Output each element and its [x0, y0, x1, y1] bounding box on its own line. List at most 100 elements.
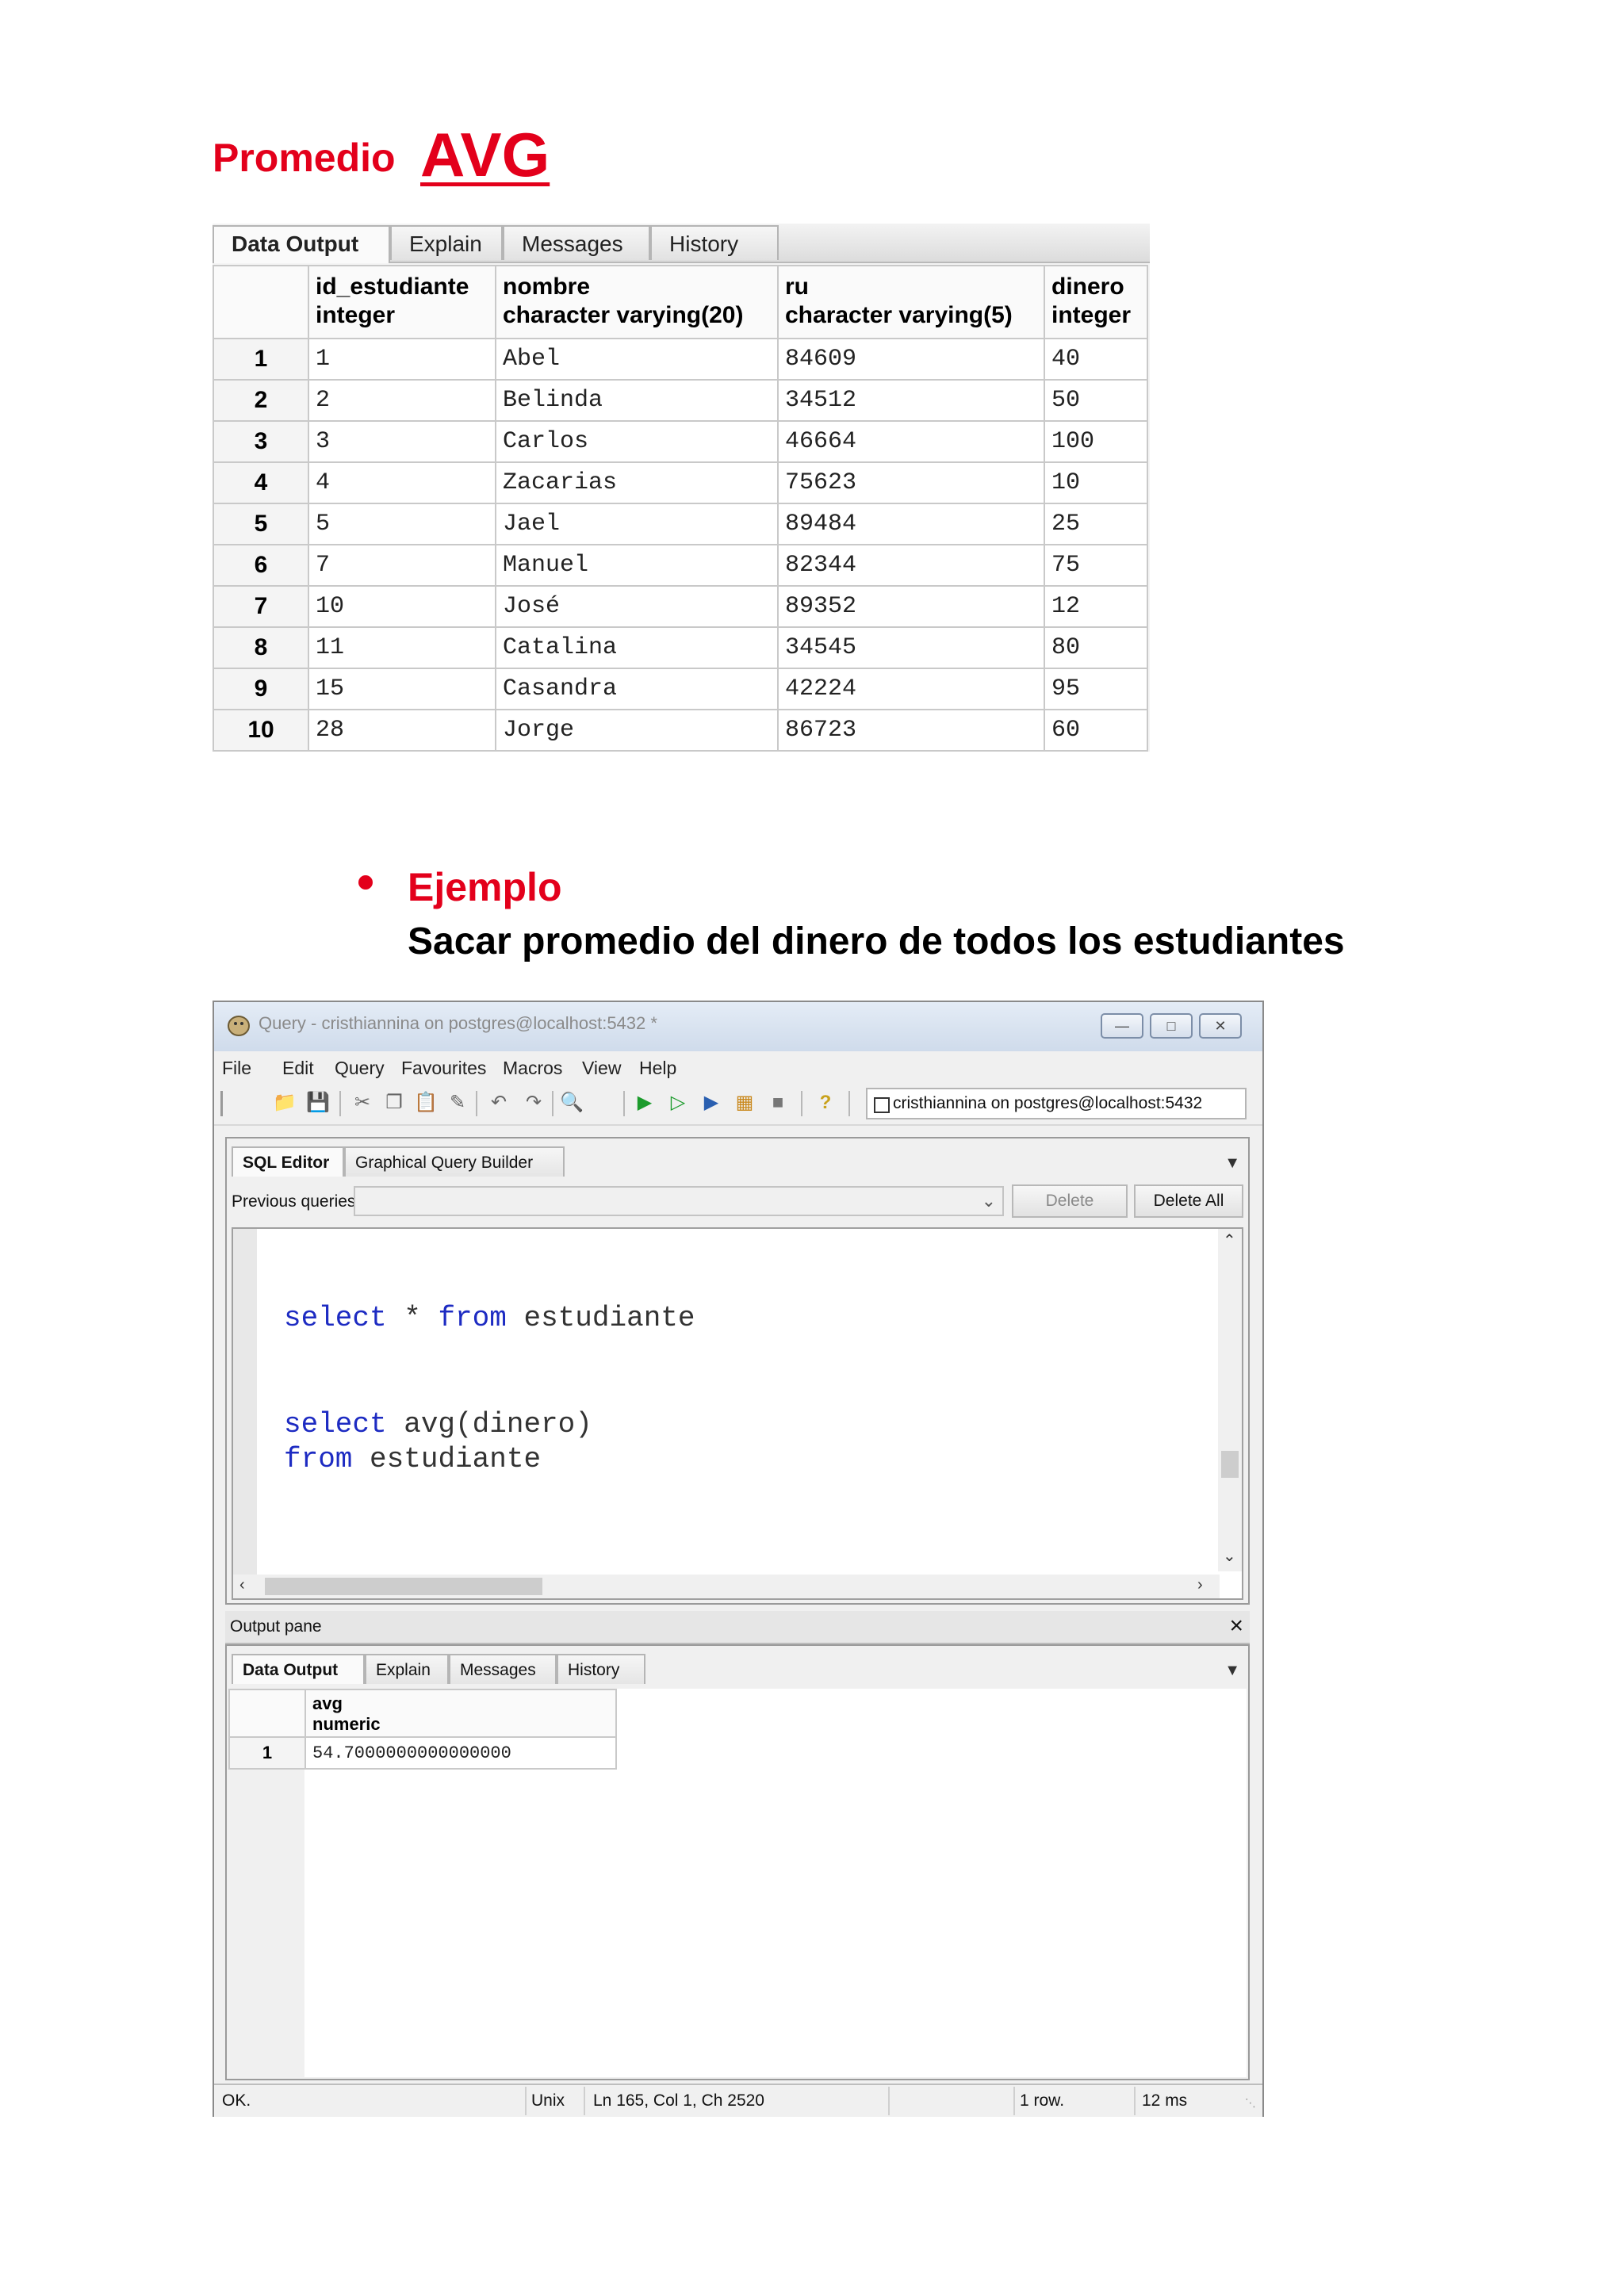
table-row[interactable]: 1 1 Abel 84609 40 [213, 338, 1148, 381]
code-line[interactable]: select avg(dinero) [284, 1408, 592, 1441]
column-header-id-estudiante[interactable]: id_estudiante integer [308, 265, 496, 339]
close-icon[interactable]: × [1229, 1613, 1243, 1640]
cell-id[interactable]: 7 [308, 544, 496, 587]
cell-nombre[interactable]: José [495, 585, 779, 628]
table-row[interactable]: 5 5 Jael 89484 25 [213, 503, 1148, 545]
scroll-down-icon[interactable]: ⌄ [1223, 1546, 1236, 1566]
cell-dinero[interactable]: 12 [1044, 585, 1148, 628]
tab-dropdown-icon[interactable]: ▼ [1224, 1662, 1240, 1680]
cell-ru[interactable]: 75623 [777, 461, 1045, 504]
cell-avg[interactable]: 54.7000000000000000 [304, 1736, 617, 1770]
vertical-scroll-thumb[interactable] [1221, 1451, 1239, 1478]
connection-checkbox[interactable] [874, 1097, 890, 1113]
cell-ru[interactable]: 34545 [777, 626, 1045, 669]
cell-ru[interactable]: 34512 [777, 379, 1045, 422]
cell-id[interactable]: 5 [308, 503, 496, 545]
column-header-ru[interactable]: ru character varying(5) [777, 265, 1045, 339]
cell-dinero[interactable]: 100 [1044, 420, 1148, 463]
table-row[interactable]: 4 4 Zacarias 75623 10 [213, 461, 1148, 504]
menu-macros[interactable]: Macros [503, 1058, 562, 1079]
close-button[interactable]: ✕ [1199, 1013, 1242, 1039]
table-row[interactable]: 10 28 Jorge 86723 60 [213, 709, 1148, 752]
cell-dinero[interactable]: 10 [1044, 461, 1148, 504]
cell-nombre[interactable]: Carlos [495, 420, 779, 463]
cell-dinero[interactable]: 25 [1044, 503, 1148, 545]
cell-ru[interactable]: 89352 [777, 585, 1045, 628]
scroll-right-icon[interactable]: › [1197, 1576, 1203, 1594]
cell-ru[interactable]: 46664 [777, 420, 1045, 463]
clear-icon[interactable]: ✎ [446, 1091, 469, 1115]
window-titlebar[interactable]: Query - cristhiannina on postgres@localh… [214, 1002, 1262, 1051]
column-header-nombre[interactable]: nombre character varying(20) [495, 265, 779, 339]
cell-ru[interactable]: 86723 [777, 709, 1045, 752]
tab-sql-editor[interactable]: SQL Editor [232, 1146, 344, 1177]
column-header-dinero[interactable]: dinero integer [1044, 265, 1148, 339]
cell-nombre[interactable]: Jorge [495, 709, 779, 752]
tab-data-output[interactable]: Data Output [232, 1654, 365, 1684]
column-header-avg[interactable]: avg numeric [304, 1689, 617, 1738]
code-editor[interactable]: select * from estudiante select avg(dine… [232, 1227, 1243, 1600]
cell-dinero[interactable]: 60 [1044, 709, 1148, 752]
tab-history[interactable]: History [557, 1654, 645, 1684]
execute-file-icon[interactable]: ▶ [699, 1091, 723, 1115]
menu-view[interactable]: View [582, 1058, 621, 1079]
cell-nombre[interactable]: Catalina [495, 626, 779, 669]
stop-icon[interactable]: ■ [766, 1091, 790, 1115]
menu-edit[interactable]: Edit [282, 1058, 314, 1079]
table-row[interactable]: 7 10 José 89352 12 [213, 585, 1148, 628]
copy-icon[interactable]: ❐ [382, 1091, 406, 1115]
explain-icon[interactable]: ▷ [666, 1091, 690, 1115]
cell-ru[interactable]: 82344 [777, 544, 1045, 587]
cell-id[interactable]: 2 [308, 379, 496, 422]
cell-nombre[interactable]: Belinda [495, 379, 779, 422]
tab-data-output[interactable]: Data Output [213, 225, 390, 263]
tab-history[interactable]: History [650, 225, 779, 260]
tab-messages[interactable]: Messages [449, 1654, 557, 1684]
resize-grip-icon[interactable]: ⋱ [1245, 2096, 1256, 2110]
previous-queries-select[interactable]: ⌄ [354, 1186, 1004, 1216]
cell-dinero[interactable]: 40 [1044, 338, 1148, 381]
cell-id[interactable]: 15 [308, 668, 496, 710]
cell-ru[interactable]: 42224 [777, 668, 1045, 710]
find-icon[interactable]: 🔍 [560, 1091, 584, 1115]
cut-icon[interactable]: ✂ [350, 1091, 374, 1115]
cell-nombre[interactable]: Abel [495, 338, 779, 381]
open-icon[interactable]: 📁 [273, 1091, 297, 1115]
table-row[interactable]: 2 2 Belinda 34512 50 [213, 379, 1148, 422]
tab-explain[interactable]: Explain [390, 225, 503, 260]
menu-query[interactable]: Query [335, 1058, 385, 1079]
table-row[interactable]: 6 7 Manuel 82344 75 [213, 544, 1148, 587]
cell-dinero[interactable]: 95 [1044, 668, 1148, 710]
cell-nombre[interactable]: Manuel [495, 544, 779, 587]
cell-id[interactable]: 1 [308, 338, 496, 381]
table-row[interactable]: 9 15 Casandra 42224 95 [213, 668, 1148, 710]
connection-select[interactable]: cristhiannina on postgres@localhost:5432 [866, 1088, 1247, 1119]
cell-nombre[interactable]: Jael [495, 503, 779, 545]
tab-graphical-query-builder[interactable]: Graphical Query Builder [344, 1146, 565, 1177]
horizontal-scrollbar[interactable]: ‹ › [233, 1575, 1220, 1598]
code-line[interactable]: select * from estudiante [284, 1302, 695, 1334]
vertical-scrollbar[interactable]: ⌃ ⌄ [1218, 1229, 1242, 1571]
tab-messages[interactable]: Messages [503, 225, 650, 260]
tab-dropdown-icon[interactable]: ▼ [1224, 1154, 1240, 1173]
cell-ru[interactable]: 84609 [777, 338, 1045, 381]
cell-nombre[interactable]: Zacarias [495, 461, 779, 504]
cell-id[interactable]: 11 [308, 626, 496, 669]
undo-icon[interactable]: ↶ [487, 1091, 511, 1115]
execute-icon[interactable]: ▶ [633, 1091, 657, 1115]
menu-favourites[interactable]: Favourites [401, 1058, 486, 1079]
cell-dinero[interactable]: 75 [1044, 544, 1148, 587]
menu-file[interactable]: File [222, 1058, 251, 1079]
menu-help[interactable]: Help [639, 1058, 676, 1079]
help-icon[interactable]: ? [814, 1091, 837, 1115]
explain-analyze-icon[interactable]: ▦ [733, 1091, 756, 1115]
cell-dinero[interactable]: 50 [1044, 379, 1148, 422]
cell-id[interactable]: 28 [308, 709, 496, 752]
scroll-left-icon[interactable]: ‹ [239, 1576, 245, 1594]
cell-id[interactable]: 10 [308, 585, 496, 628]
code-line[interactable]: from estudiante [284, 1443, 541, 1475]
tab-explain[interactable]: Explain [365, 1654, 449, 1684]
horizontal-scroll-thumb[interactable] [265, 1578, 542, 1595]
cell-dinero[interactable]: 80 [1044, 626, 1148, 669]
cell-id[interactable]: 4 [308, 461, 496, 504]
